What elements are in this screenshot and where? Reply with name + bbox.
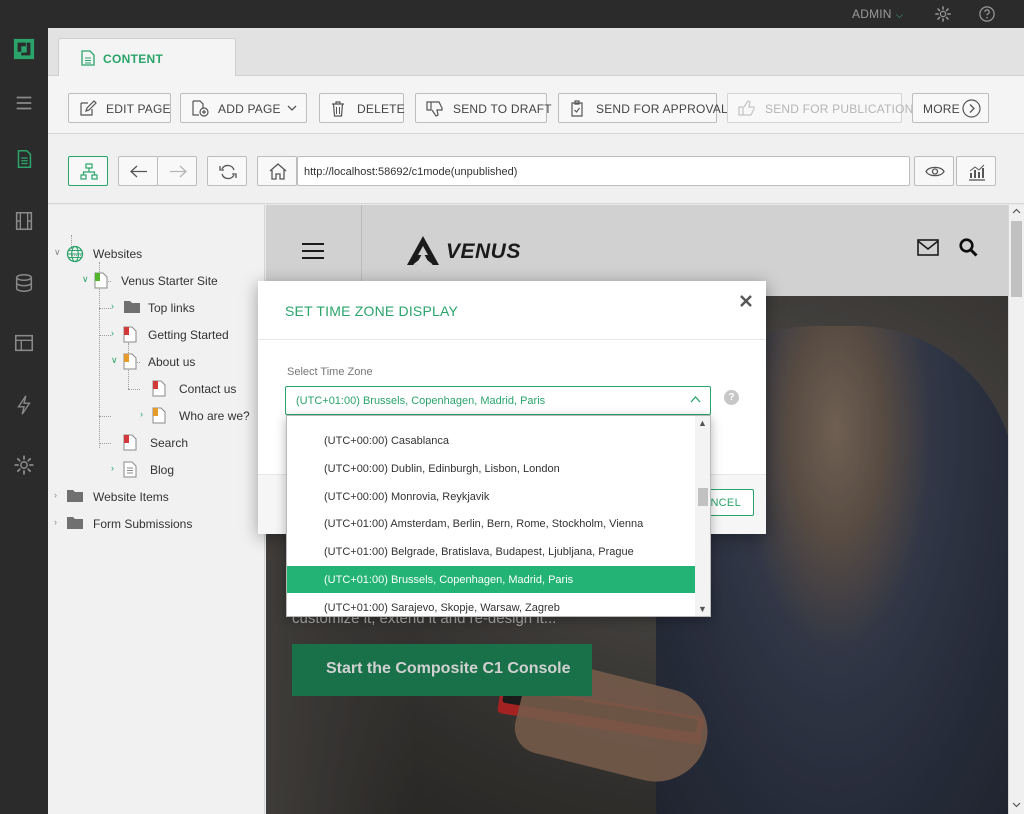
folder-icon [67,490,83,502]
delete-button[interactable]: DELETE [319,93,405,123]
chevron-down-icon[interactable] [287,105,297,112]
content-icon [81,50,95,66]
option-item[interactable]: (UTC+01:00) Belgrade, Bratislava, Budape… [287,538,695,565]
help-icon[interactable] [978,5,996,23]
add-page-button[interactable]: ADD PAGE [180,93,307,123]
sitemap-button[interactable] [68,156,108,186]
option-item[interactable]: (UTC+00:00) Dublin, Edinburgh, Lisbon, L… [287,455,695,482]
folder-icon [124,301,140,313]
app-logo-icon[interactable] [13,38,35,60]
home-icon [269,163,287,180]
tab-content[interactable]: CONTENT [58,38,236,77]
trash-icon [332,101,344,117]
address-bar: http://localhost:58692/c1mode(unpublishe… [48,134,1024,204]
globe-icon [66,245,84,263]
chevron-right-icon[interactable]: › [140,409,150,419]
home-button[interactable] [257,156,297,186]
page-icon [123,434,137,451]
options-scrollbar[interactable]: ▲ ▼ [695,416,710,616]
top-bar: ADMIN ⌵ [0,0,1024,28]
edit-page-button[interactable]: EDIT PAGE [68,93,171,123]
back-button[interactable] [118,156,158,186]
chevron-up-icon[interactable] [1012,208,1021,214]
chevron-down-icon[interactable] [1012,802,1021,808]
scrollbar-thumb[interactable] [1011,221,1022,297]
chart-icon [969,164,985,181]
options-scrollbar-thumb[interactable] [698,488,708,506]
send-to-draft-button[interactable]: SEND TO DRAFT [415,93,552,123]
chevron-up-icon[interactable]: ▲ [698,418,707,428]
preview-button[interactable] [914,156,954,186]
close-icon[interactable] [738,293,754,309]
sitemap-icon [80,163,98,180]
clipboard-check-icon [571,100,583,117]
chevron-right-icon[interactable]: › [54,490,64,500]
page-icon [123,326,137,343]
time-zone-select[interactable]: (UTC+01:00) Brussels, Copenhagen, Madrid… [285,386,711,415]
refresh-button[interactable] [207,156,247,186]
tab-strip: CONTENT [48,28,1024,77]
chevron-down-icon[interactable]: ▼ [698,604,707,614]
site-tree: ∨ Websites ∨ Venus Starter Site › Top li… [48,205,265,814]
functions-icon[interactable] [13,394,35,416]
time-zone-options: (UTC+00:00) Casablanca (UTC+00:00) Dubli… [286,415,711,617]
option-item-selected[interactable]: (UTC+01:00) Brussels, Copenhagen, Madrid… [287,566,695,593]
chevron-down-icon: ⌵ [895,10,904,21]
send-for-publication-button[interactable]: SEND FOR PUBLICATION [727,93,913,123]
chevron-right-icon[interactable]: › [111,463,121,473]
option-item[interactable]: (UTC+01:00) Sarajevo, Skopje, Warsaw, Za… [287,594,695,616]
data-icon[interactable] [13,272,35,294]
thumbs-down-icon [426,101,443,117]
chevron-right-icon[interactable]: › [111,328,121,338]
page-icon [94,272,108,289]
chevron-down-icon[interactable]: ∨ [111,355,121,366]
content-icon[interactable] [13,148,35,170]
chevron-right-icon[interactable]: › [111,301,121,311]
tab-label: CONTENT [103,52,164,66]
edit-icon [80,100,97,116]
chevron-right-icon[interactable]: › [54,517,64,527]
more-button[interactable]: MORE [912,93,989,123]
help-icon[interactable]: ? [724,390,739,405]
toolbar: EDIT PAGE ADD PAGE DELETE SEND TO DRAFT … [48,76,1024,134]
menu-icon[interactable] [13,92,35,114]
option-item[interactable]: (UTC+01:00) Amsterdam, Berlin, Bern, Rom… [287,510,695,537]
option-item[interactable]: (UTC+00:00) Monrovia, Reykjavik [287,483,695,510]
url-field[interactable]: http://localhost:58692/c1mode(unpublishe… [297,156,910,186]
send-for-approval-button[interactable]: SEND FOR APPROVAL [558,93,728,123]
preview-scrollbar[interactable] [1008,205,1024,814]
time-zone-label: Select Time Zone [287,366,373,378]
url-text: http://localhost:58692/c1mode(unpublishe… [304,166,518,178]
add-page-icon [192,100,209,117]
dialog-title: SET TIME ZONE DISPLAY [285,303,459,319]
selected-time-zone: (UTC+01:00) Brussels, Copenhagen, Madrid… [296,395,546,407]
arrow-left-icon [130,165,147,178]
user-name: ADMIN [852,7,892,21]
page-icon [152,380,166,397]
left-rail [0,28,48,814]
user-menu[interactable]: ADMIN ⌵ [852,7,903,21]
eye-icon [925,166,945,177]
page-icon [123,353,137,370]
layout-icon[interactable] [13,332,35,354]
chevron-down-icon[interactable]: ∨ [82,274,92,285]
chevron-down-icon[interactable]: ∨ [54,247,64,258]
chevron-right-circle-icon [962,99,981,118]
chevron-up-icon [690,396,701,403]
option-item[interactable]: (UTC+00:00) Casablanca [287,427,695,454]
refresh-icon [219,164,237,180]
arrow-right-icon [170,165,187,178]
thumbs-up-icon [738,100,755,116]
page-icon [152,407,166,424]
settings-icon[interactable] [13,454,35,476]
analytics-button[interactable] [956,156,996,186]
media-icon[interactable] [13,210,35,232]
gear-icon[interactable] [934,5,952,23]
folder-icon [67,517,83,529]
forward-button[interactable] [157,156,197,186]
page-icon [123,461,137,478]
